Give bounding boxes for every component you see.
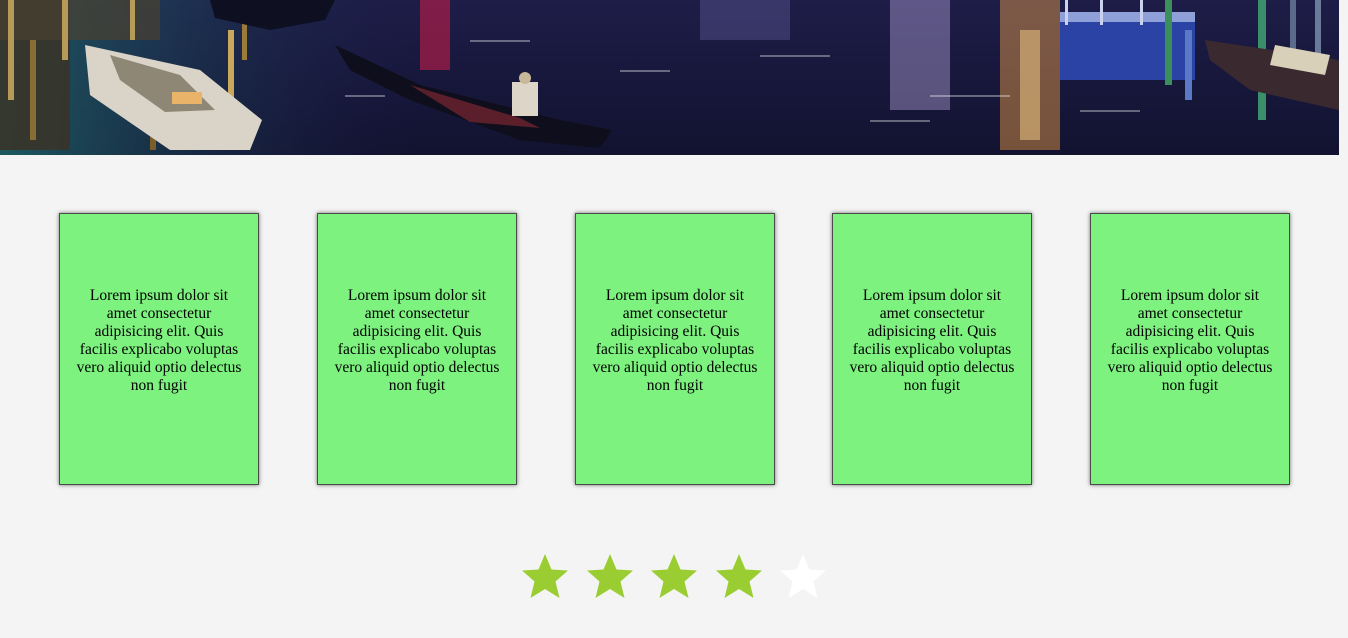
- card-text: Lorem ipsum dolor sit amet consectetur a…: [849, 287, 1015, 394]
- info-card: Lorem ipsum dolor sit amet consectetur a…: [832, 213, 1032, 485]
- hero-banner: [0, 0, 1339, 155]
- card-text: Lorem ipsum dolor sit amet consectetur a…: [334, 287, 500, 394]
- star-icon[interactable]: [520, 552, 570, 602]
- info-card: Lorem ipsum dolor sit amet consectetur a…: [317, 213, 517, 485]
- info-card: Lorem ipsum dolor sit amet consectetur a…: [1090, 213, 1290, 485]
- star-rating[interactable]: [520, 552, 840, 602]
- hero-image: [0, 0, 1339, 155]
- star-icon[interactable]: [649, 552, 699, 602]
- info-card: Lorem ipsum dolor sit amet consectetur a…: [575, 213, 775, 485]
- star-icon[interactable]: [778, 552, 828, 602]
- star-icon[interactable]: [585, 552, 635, 602]
- card-text: Lorem ipsum dolor sit amet consectetur a…: [76, 287, 242, 394]
- card-text: Lorem ipsum dolor sit amet consectetur a…: [1107, 287, 1273, 394]
- card-text: Lorem ipsum dolor sit amet consectetur a…: [592, 287, 758, 394]
- card-row: Lorem ipsum dolor sit amet consectetur a…: [0, 213, 1348, 487]
- info-card: Lorem ipsum dolor sit amet consectetur a…: [59, 213, 259, 485]
- star-icon[interactable]: [714, 552, 764, 602]
